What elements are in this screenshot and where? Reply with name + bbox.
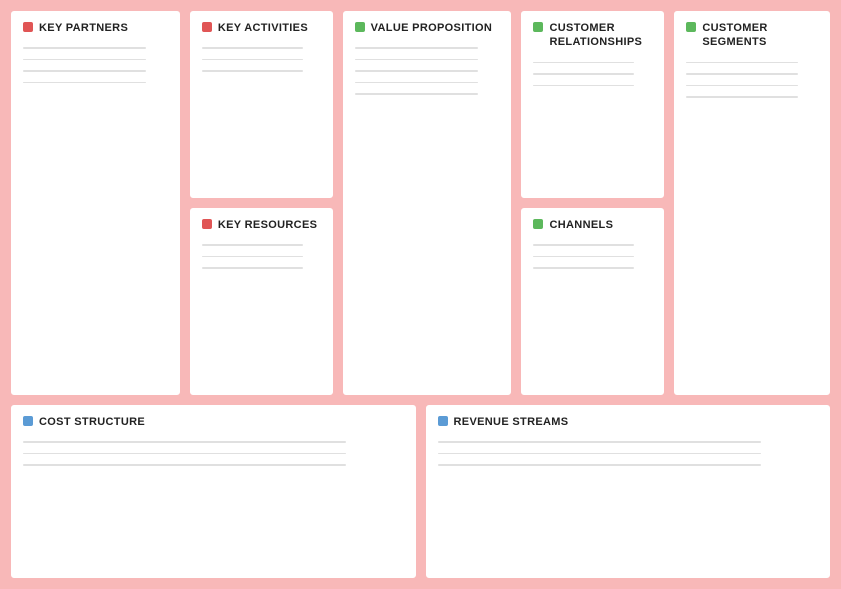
value-proposition-dot	[355, 22, 365, 32]
cost-structure-title: COST STRUCTURE	[23, 415, 404, 429]
key-resources-dot	[202, 219, 212, 229]
line	[438, 453, 761, 455]
line	[23, 441, 346, 443]
line	[355, 93, 478, 95]
key-partners-title: KEY PARTNERS	[23, 21, 168, 35]
value-proposition-card[interactable]: VALUE PROPOSITION	[342, 10, 513, 396]
customer-segments-dot	[686, 22, 696, 32]
line	[686, 73, 798, 75]
cost-structure-dot	[23, 416, 33, 426]
line	[23, 453, 346, 455]
bottom-section: COST STRUCTURE REVENUE STREAMS	[10, 404, 831, 579]
key-activities-lines	[202, 47, 321, 188]
cost-structure-lines	[23, 441, 404, 568]
customer-relationships-dot	[533, 22, 543, 32]
key-activities-card[interactable]: KEY ACTIVITIES	[189, 10, 334, 199]
top-section: KEY PARTNERS KEY ACTIVITIES	[10, 10, 831, 396]
customer-segments-card[interactable]: CUSTOMER SEGMENTS	[673, 10, 831, 396]
line	[355, 70, 478, 72]
line	[23, 82, 146, 84]
revenue-streams-card[interactable]: REVENUE STREAMS	[425, 404, 832, 579]
line	[533, 62, 634, 64]
line	[202, 70, 303, 72]
line	[202, 244, 303, 246]
channels-title: CHANNELS	[533, 218, 652, 232]
key-partners-card[interactable]: KEY PARTNERS	[10, 10, 181, 396]
line	[438, 464, 761, 466]
key-resources-card[interactable]: KEY RESOURCES	[189, 207, 334, 396]
line	[23, 47, 146, 49]
line	[202, 59, 303, 61]
channels-dot	[533, 219, 543, 229]
line	[202, 256, 303, 258]
line	[355, 47, 478, 49]
customer-relationships-lines	[533, 62, 652, 188]
line	[533, 244, 634, 246]
customer-segments-title: CUSTOMER SEGMENTS	[686, 21, 818, 50]
line	[438, 441, 761, 443]
key-partners-lines	[23, 47, 168, 385]
line	[686, 85, 798, 87]
line	[202, 267, 303, 269]
line	[533, 256, 634, 258]
channels-card[interactable]: CHANNELS	[520, 207, 665, 396]
value-proposition-lines	[355, 47, 500, 385]
key-activities-title: KEY ACTIVITIES	[202, 21, 321, 35]
revenue-streams-dot	[438, 416, 448, 426]
line	[23, 464, 346, 466]
customer-relationships-card[interactable]: CUSTOMER RELATIONSHIPS	[520, 10, 665, 199]
line	[355, 59, 478, 61]
line	[686, 62, 798, 64]
channels-lines	[533, 244, 652, 385]
line	[202, 47, 303, 49]
middle-left-column: KEY ACTIVITIES KEY RESOURCES	[189, 10, 334, 396]
line	[533, 73, 634, 75]
cost-structure-card[interactable]: COST STRUCTURE	[10, 404, 417, 579]
business-model-canvas: KEY PARTNERS KEY ACTIVITIES	[10, 10, 831, 579]
customer-segments-lines	[686, 62, 818, 385]
line	[533, 85, 634, 87]
line	[355, 82, 478, 84]
revenue-streams-title: REVENUE STREAMS	[438, 415, 819, 429]
key-partners-dot	[23, 22, 33, 32]
line	[686, 96, 798, 98]
line	[23, 59, 146, 61]
middle-right-column: CUSTOMER RELATIONSHIPS CHANNELS	[520, 10, 665, 396]
revenue-streams-lines	[438, 441, 819, 568]
value-proposition-title: VALUE PROPOSITION	[355, 21, 500, 35]
key-resources-lines	[202, 244, 321, 385]
line	[533, 267, 634, 269]
line	[23, 70, 146, 72]
key-resources-title: KEY RESOURCES	[202, 218, 321, 232]
key-activities-dot	[202, 22, 212, 32]
customer-relationships-title: CUSTOMER RELATIONSHIPS	[533, 21, 652, 50]
